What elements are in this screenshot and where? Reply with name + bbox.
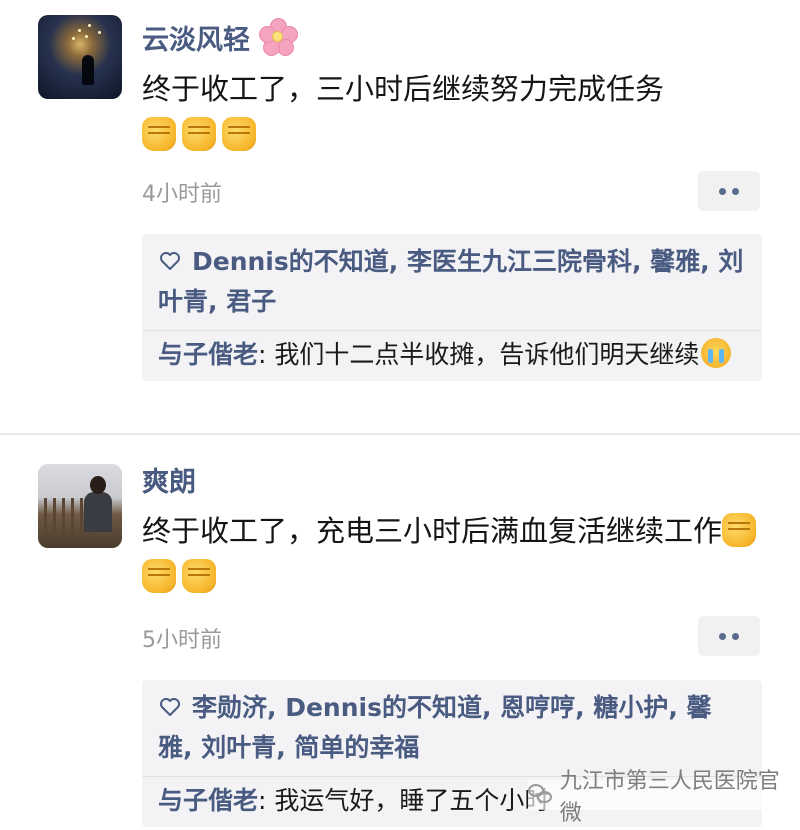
likes-list: Dennis的不知道, 李医生九江三院骨科, 馨雅, 刘叶青, 君子: [142, 234, 762, 330]
avatar-image: [38, 15, 122, 99]
likes-names[interactable]: Dennis的不知道, 李医生九江三院骨科, 馨雅, 刘叶青, 君子: [158, 247, 743, 316]
author-name[interactable]: 爽朗: [142, 460, 196, 499]
likes-comments-panel: Dennis的不知道, 李医生九江三院骨科, 馨雅, 刘叶青, 君子 与子偕老:…: [142, 234, 762, 381]
watermark-text: 九江市第三人民医院官微: [559, 769, 780, 826]
post-time: 5小时前: [142, 628, 222, 653]
flower-icon: [258, 17, 298, 57]
post-divider: [0, 433, 800, 435]
fist-icon: [142, 559, 176, 593]
author-name-text[interactable]: 云淡风轻: [142, 18, 250, 57]
likes-list: 李勋济, Dennis的不知道, 恩哼哼, 糖小护, 馨雅, 刘叶青, 简单的幸…: [142, 680, 762, 776]
post-body: 终于收工了，充电三小时后满血复活继续工作: [142, 514, 723, 548]
heart-icon: [160, 252, 180, 270]
comment-author[interactable]: 与子偕老: [158, 786, 258, 815]
author-name[interactable]: 云淡风轻: [142, 16, 298, 58]
post-time: 4小时前: [142, 182, 222, 207]
avatar-image: [38, 464, 122, 548]
more-dots-button[interactable]: [698, 616, 760, 656]
moment-post: 云淡风轻 终于收工了，三小时后继续努力完成任务 4小时前 Dennis的不知道,…: [0, 0, 800, 434]
heart-icon: [160, 698, 180, 716]
watermark: 九江市第三人民医院官微: [528, 769, 800, 826]
post-body: 终于收工了，三小时后继续努力完成任务: [142, 72, 665, 106]
fist-icon: [182, 559, 216, 593]
wechat-icon: [528, 784, 554, 806]
post-text: 终于收工了，充电三小时后满血复活继续工作: [142, 508, 762, 600]
fist-icon: [722, 513, 757, 547]
fist-icon: [142, 117, 176, 151]
post-text: 终于收工了，三小时后继续努力完成任务: [142, 66, 762, 158]
more-dots-icon: [719, 187, 726, 195]
author-name-text[interactable]: 爽朗: [142, 460, 196, 499]
avatar[interactable]: [38, 15, 122, 99]
more-dots-icon: [732, 632, 739, 640]
more-dots-icon: [719, 632, 726, 640]
more-dots-button[interactable]: [698, 171, 760, 211]
comment-author[interactable]: 与子偕老: [158, 340, 258, 369]
comment[interactable]: 与子偕老: 我们十二点半收摊，告诉他们明天继续: [142, 331, 762, 381]
crying-face-icon: [701, 338, 732, 368]
fist-icon: [222, 117, 256, 151]
comment-text: : 我们十二点半收摊，告诉他们明天继续: [258, 340, 700, 369]
fist-icon: [182, 117, 216, 151]
avatar[interactable]: [38, 464, 122, 548]
more-dots-icon: [732, 187, 739, 195]
comment-text: : 我运气好，睡了五个小时: [258, 786, 550, 815]
likes-names[interactable]: 李勋济, Dennis的不知道, 恩哼哼, 糖小护, 馨雅, 刘叶青, 简单的幸…: [158, 693, 712, 762]
